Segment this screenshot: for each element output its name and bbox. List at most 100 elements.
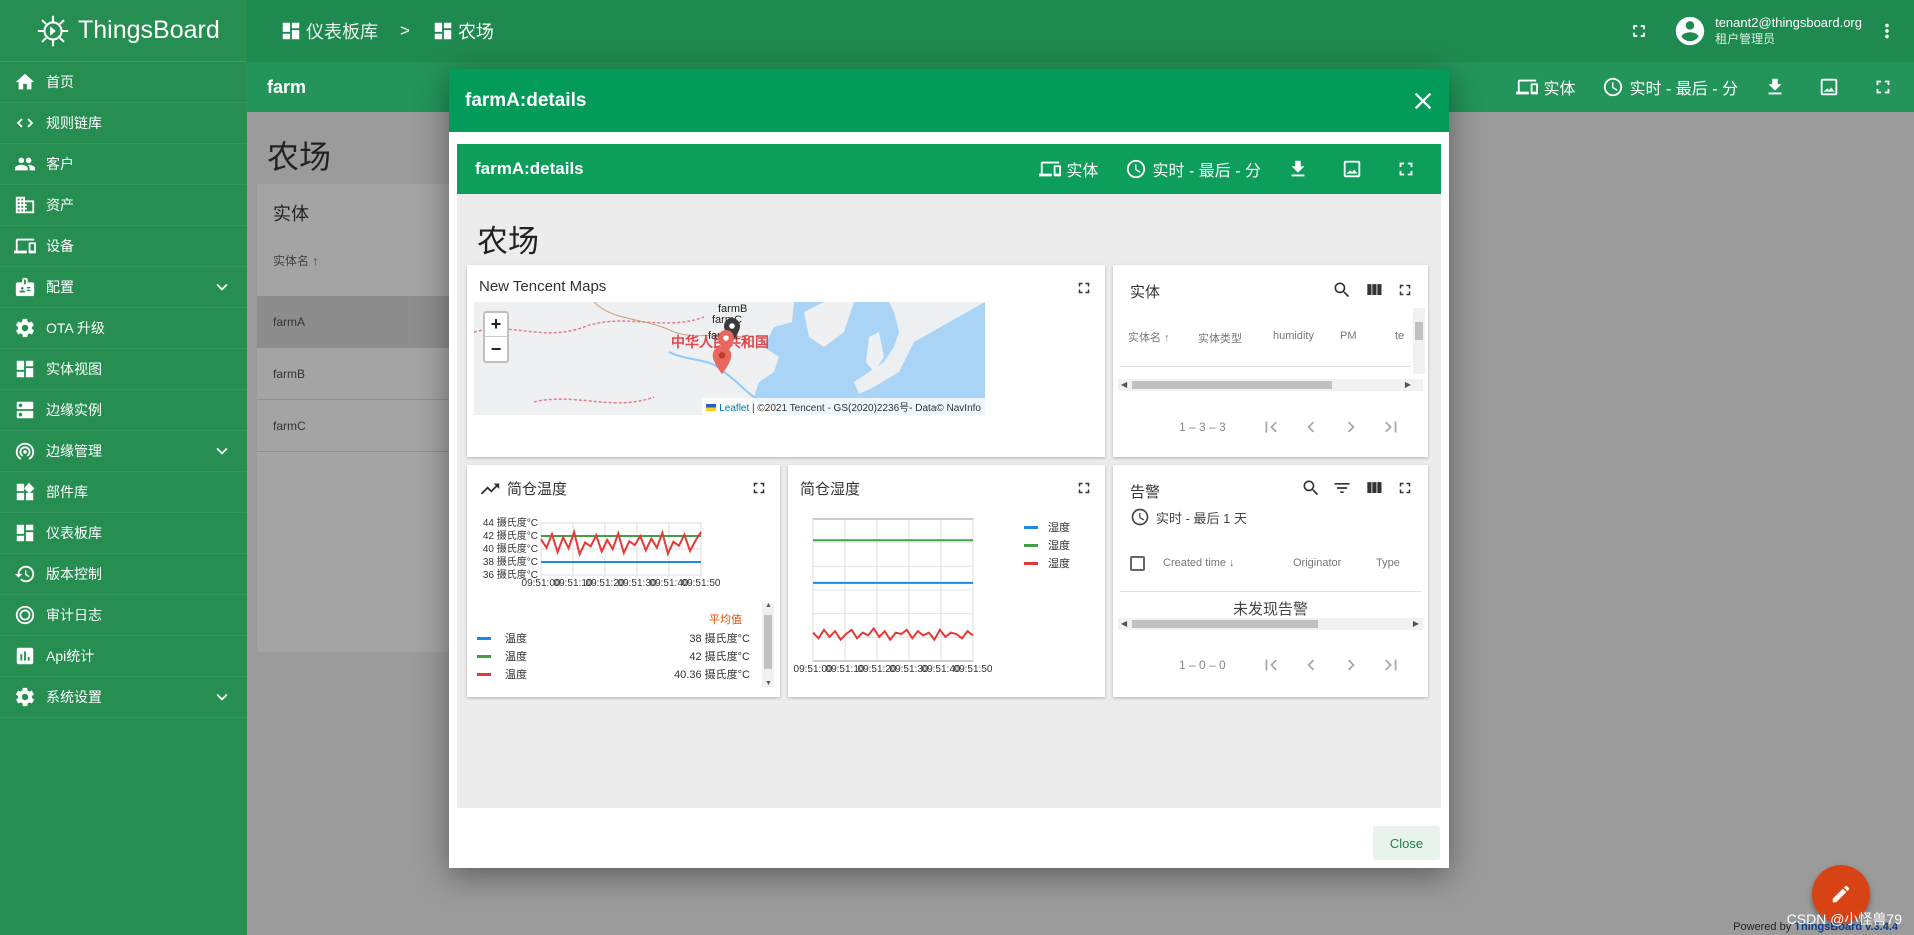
column-entity-name[interactable]: 实体名 ↑	[1128, 329, 1170, 345]
embedded-export-button[interactable]	[1287, 158, 1315, 180]
horizontal-scrollbar[interactable]: ◀ ▶	[1118, 379, 1423, 391]
fullscreen-icon[interactable]	[1629, 21, 1649, 41]
last-page-icon[interactable]	[1380, 654, 1402, 676]
chevron-down-icon[interactable]	[211, 686, 233, 708]
embedded-entities-button[interactable]: 实体	[1038, 157, 1099, 181]
legend-row[interactable]: 温度 38 摄氏度°C	[477, 629, 750, 647]
sidebar-item-version-control[interactable]: 版本控制	[0, 554, 247, 595]
select-all-checkbox[interactable]	[1130, 556, 1145, 571]
legend-row[interactable]: 湿度	[1024, 555, 1070, 571]
sidebar-item-edge-management[interactable]: 边缘管理	[0, 431, 247, 472]
timewindow-button[interactable]: 实时 - 最后 - 分	[1602, 75, 1738, 99]
avatar-icon[interactable]	[1673, 14, 1707, 48]
legend-row[interactable]: 湿度	[1024, 537, 1070, 553]
embedded-timewindow-button[interactable]: 实时 - 最后 - 分	[1125, 157, 1261, 181]
map-canvas[interactable]: 中华人民共和国 farmB farmC farmA + − Leaflet | …	[474, 302, 985, 415]
background-row-farmA[interactable]: farmA	[257, 296, 457, 348]
scroll-right-icon[interactable]: ▶	[1405, 379, 1411, 391]
column-originator[interactable]: Originator	[1293, 557, 1341, 569]
embedded-image-export-button[interactable]	[1341, 158, 1369, 180]
filter-icon[interactable]	[1332, 478, 1352, 498]
legend-scroll-up-icon[interactable]: ▲	[765, 602, 772, 609]
export-button[interactable]	[1764, 76, 1792, 98]
embedded-fullscreen-button[interactable]	[1395, 158, 1423, 180]
column-type[interactable]: Type	[1376, 557, 1400, 569]
embedded-dashboard-heading: 农场	[477, 224, 539, 259]
search-icon[interactable]	[1301, 478, 1321, 498]
chevron-down-icon[interactable]	[211, 276, 233, 298]
sidebar-item-widgets[interactable]: 部件库	[0, 472, 247, 513]
image-export-button[interactable]	[1818, 76, 1846, 98]
fullscreen-icon[interactable]	[750, 479, 768, 497]
fullscreen-icon[interactable]	[1396, 479, 1414, 497]
legend-row[interactable]: 温度 42 摄氏度°C	[477, 647, 750, 665]
alarm-timewindow[interactable]: 实时 - 最后 1 天	[1130, 507, 1247, 527]
sidebar-item-audit-log[interactable]: 审计日志	[0, 595, 247, 636]
columns-icon[interactable]	[1364, 280, 1384, 300]
humidity-chart-plot[interactable]: 09:51:0009:51:1009:51:2009:51:3009:51:40…	[788, 507, 1105, 697]
legend-scroll-thumb[interactable]	[764, 615, 772, 669]
leaflet-link[interactable]: Leaflet	[719, 403, 749, 414]
first-page-icon[interactable]	[1260, 416, 1282, 438]
sidebar-item-profiles[interactable]: 配置	[0, 267, 247, 308]
breadcrumb-dashboards[interactable]: 仪表板库	[306, 18, 378, 44]
last-page-icon[interactable]	[1380, 416, 1402, 438]
background-row-farmB[interactable]: farmB	[257, 348, 457, 400]
legend-scrollbar[interactable]: ▲ ▼	[762, 602, 774, 687]
search-icon[interactable]	[1332, 280, 1352, 300]
column-te[interactable]: te	[1395, 330, 1404, 342]
entity-table-title: 实体	[1130, 284, 1161, 301]
more-vert-icon[interactable]	[1876, 20, 1898, 42]
sidebar-item-ota[interactable]: OTA 升级	[0, 308, 247, 349]
column-entity-type[interactable]: 实体类型	[1198, 330, 1242, 346]
scroll-left-icon[interactable]: ◀	[1121, 379, 1127, 391]
fullscreen-icon[interactable]	[1075, 279, 1093, 297]
map-marker-farmA-icon[interactable]	[712, 346, 732, 374]
entities-button[interactable]: 实体	[1515, 75, 1576, 99]
temperature-chart-plot[interactable]: 09:51:0009:51:1009:51:2009:51:3009:51:40…	[467, 517, 780, 607]
columns-icon[interactable]	[1364, 478, 1384, 498]
chevron-down-icon[interactable]	[211, 440, 233, 462]
horizontal-scrollbar[interactable]: ◀ ▶	[1118, 618, 1423, 630]
user-info[interactable]: tenant2@thingsboard.org 租户管理员	[1715, 15, 1862, 47]
previous-page-icon[interactable]	[1300, 654, 1322, 676]
next-page-icon[interactable]	[1340, 654, 1362, 676]
zoom-out-button[interactable]: −	[485, 337, 507, 361]
sidebar-item-edge[interactable]: 边缘实例	[0, 390, 247, 431]
vertical-scroll-thumb[interactable]	[1415, 322, 1423, 340]
sidebar-item-settings[interactable]: 系统设置	[0, 677, 247, 718]
home-icon	[15, 73, 35, 90]
column-humidity[interactable]: humidity	[1273, 330, 1314, 342]
horizontal-scroll-thumb[interactable]	[1132, 620, 1318, 628]
fullscreen-icon[interactable]	[1075, 479, 1093, 497]
sidebar-item-entity-view[interactable]: 实体视图	[0, 349, 247, 390]
first-page-icon[interactable]	[1260, 654, 1282, 676]
column-pm[interactable]: PM	[1340, 330, 1357, 342]
sidebar-item-rule-chain[interactable]: 规则链库	[0, 103, 247, 144]
column-created-time[interactable]: Created time ↓	[1163, 557, 1235, 569]
y-tick-label: 44 摄氏度°C	[483, 517, 538, 529]
scroll-left-icon[interactable]: ◀	[1121, 618, 1127, 630]
close-icon[interactable]	[1409, 87, 1437, 115]
sidebar-item-home[interactable]: 首页	[0, 62, 247, 103]
vertical-scrollbar[interactable]	[1413, 308, 1425, 374]
zoom-in-button[interactable]: +	[485, 313, 507, 337]
sidebar-item-assets[interactable]: 资产	[0, 185, 247, 226]
horizontal-scroll-thumb[interactable]	[1132, 381, 1332, 389]
fullscreen-icon[interactable]	[1396, 281, 1414, 299]
sidebar-item-customers[interactable]: 客户	[0, 144, 247, 185]
previous-page-icon[interactable]	[1300, 416, 1322, 438]
sidebar-item-devices[interactable]: 设备	[0, 226, 247, 267]
legend-row[interactable]: 湿度	[1024, 519, 1070, 535]
scroll-right-icon[interactable]: ▶	[1413, 618, 1419, 630]
dashboard-fullscreen-button[interactable]	[1872, 76, 1900, 98]
next-page-icon[interactable]	[1340, 416, 1362, 438]
sidebar-item-api-usage[interactable]: Api统计	[0, 636, 247, 677]
legend-scroll-down-icon[interactable]: ▼	[765, 680, 772, 687]
legend-row[interactable]: 温度 40.36 摄氏度°C	[477, 665, 750, 683]
sidebar-item-dashboards[interactable]: 仪表板库	[0, 513, 247, 554]
dialog-close-button[interactable]: Close	[1373, 826, 1440, 860]
background-row-farmC[interactable]: farmC	[257, 400, 457, 452]
background-column-header[interactable]: 实体名 ↑	[257, 242, 457, 296]
brand[interactable]: ThingsBoard	[0, 0, 247, 62]
